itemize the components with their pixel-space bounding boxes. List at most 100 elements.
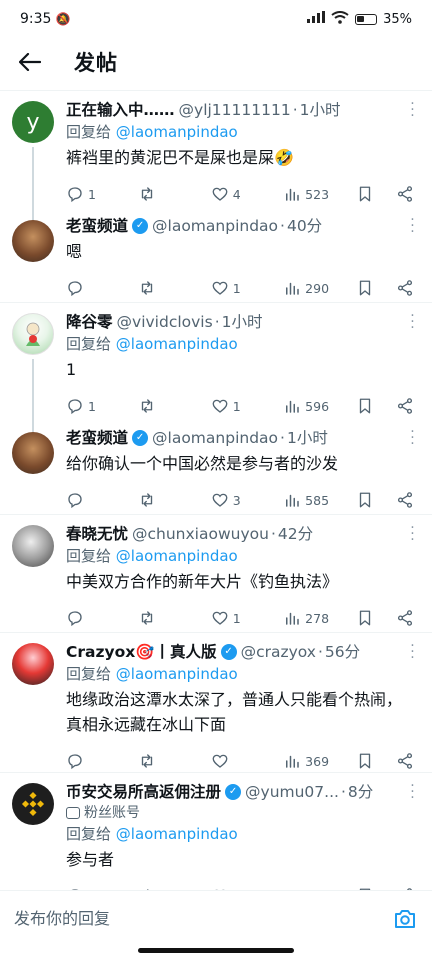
author-name[interactable]: 老蛮频道 (66, 427, 128, 449)
author-handle[interactable]: @vividclovis (117, 311, 213, 333)
share-button[interactable] (396, 609, 416, 627)
avatar[interactable] (12, 432, 54, 474)
reply-post[interactable]: · · · 老蛮频道 ✓ @laomanpindao · 40分 嗯 1 290 (0, 211, 432, 303)
reply-button[interactable]: 1 (66, 397, 118, 415)
more-options-icon[interactable]: · · · (410, 213, 414, 239)
avatar[interactable] (12, 783, 54, 825)
bookmark-icon (359, 398, 370, 414)
repost-button[interactable] (138, 185, 190, 203)
views-icon (286, 755, 299, 768)
more-options-icon[interactable]: · · · (410, 521, 414, 547)
like-count: 1 (232, 610, 241, 626)
bookmark-button[interactable] (356, 609, 376, 627)
reply-icon (68, 187, 82, 203)
reply-button[interactable] (66, 609, 118, 627)
reply-button[interactable] (66, 279, 118, 297)
mention-link[interactable]: @laomanpindao (116, 665, 238, 683)
avatar[interactable] (12, 313, 54, 355)
author-name[interactable]: 春晓无忧 (66, 523, 128, 545)
repost-button[interactable] (138, 752, 190, 770)
mention-link[interactable]: @laomanpindao (116, 123, 238, 141)
share-button[interactable] (396, 397, 416, 415)
bookmark-icon (359, 492, 370, 508)
post-content: 地缘政治这潭水太深了，普通人只能看个热闹， 真相永远藏在冰山下面 (66, 690, 403, 734)
like-button[interactable]: 1 (211, 279, 263, 297)
author-name[interactable]: 降谷零 (66, 311, 113, 333)
like-button[interactable]: 4 (211, 185, 263, 203)
repost-icon (142, 187, 153, 201)
like-button[interactable] (211, 752, 263, 770)
mention-link[interactable]: @laomanpindao (116, 825, 238, 843)
author-name[interactable]: 正在输入中…… (66, 99, 175, 121)
reply-post[interactable]: · · · Crazyox🎯丨真人版 ✓ @crazyox · 56分 回复给 @l… (0, 633, 432, 773)
back-arrow-icon[interactable] (16, 48, 44, 76)
status-time: 9:35 (20, 11, 52, 27)
heart-icon (212, 493, 228, 507)
mention-link[interactable]: @laomanpindao (116, 547, 238, 565)
bookmark-button[interactable] (356, 752, 376, 770)
views-button[interactable]: 369 (283, 752, 335, 770)
views-button[interactable]: 278 (283, 609, 335, 627)
share-button[interactable] (396, 185, 416, 203)
post-content: 给你确认一个中国必然是参与者的沙发 (66, 454, 339, 473)
like-button[interactable]: 1 (211, 609, 263, 627)
more-options-icon[interactable]: · · · (410, 425, 414, 451)
views-icon (286, 612, 299, 625)
reply-post[interactable]: · · · 降谷零 @vividclovis · 1小时 回复给 @laomanpi… (0, 303, 432, 433)
reply-post[interactable]: y · · · 正在输入中…… @ylj11111111 · 1小时 回复给 @la… (0, 91, 432, 221)
reply-post[interactable]: · · · 老蛮频道 ✓ @laomanpindao · 1小时 给你确认一个中国必… (0, 423, 432, 515)
share-button[interactable] (396, 279, 416, 297)
reply-post[interactable]: · · · 币安交易所高返佣注册 ✓ @yumu07... · 8分 粉丝账号 回复… (0, 773, 432, 890)
more-options-icon[interactable]: · · · (410, 97, 414, 123)
status-bar: 9:35 🔕 35% (0, 0, 432, 38)
author-handle[interactable]: @crazyox (241, 641, 316, 663)
reply-input[interactable] (14, 909, 344, 928)
bookmark-button[interactable] (356, 185, 376, 203)
author-handle[interactable]: @yumu07... (245, 781, 339, 803)
like-button[interactable]: 3 (211, 491, 263, 509)
reply-button[interactable]: 1 (66, 185, 118, 203)
mention-link[interactable]: @laomanpindao (116, 335, 238, 353)
share-icon (397, 186, 413, 202)
author-handle[interactable]: @chunxiaowuyou (132, 523, 269, 545)
camera-icon[interactable] (392, 906, 418, 932)
like-count: 3 (232, 492, 241, 508)
author-name[interactable]: Crazyox🎯丨真人版 (66, 641, 217, 663)
repost-button[interactable] (138, 279, 190, 297)
author-handle[interactable]: @laomanpindao (152, 215, 278, 237)
like-button[interactable]: 1 (211, 397, 263, 415)
views-button[interactable]: 290 (283, 279, 335, 297)
reply-button[interactable] (66, 752, 118, 770)
bookmark-button[interactable] (356, 279, 376, 297)
repost-button[interactable] (138, 491, 190, 509)
avatar[interactable]: y (12, 101, 54, 143)
verified-badge-icon: ✓ (132, 218, 149, 234)
bookmark-button[interactable] (356, 397, 376, 415)
more-options-icon[interactable]: · · · (410, 639, 414, 665)
bookmark-icon (359, 280, 370, 296)
author-name[interactable]: 老蛮频道 (66, 215, 128, 237)
more-options-icon[interactable]: · · · (410, 779, 414, 805)
avatar[interactable] (12, 525, 54, 567)
views-button[interactable]: 596 (283, 397, 335, 415)
avatar[interactable] (12, 220, 54, 262)
share-button[interactable] (396, 491, 416, 509)
author-name[interactable]: 币安交易所高返佣注册 (66, 781, 221, 803)
home-indicator[interactable] (138, 948, 294, 953)
views-button[interactable]: 523 (283, 185, 335, 203)
like-count: 1 (232, 280, 241, 296)
share-button[interactable] (396, 752, 416, 770)
heart-icon (212, 281, 228, 295)
author-handle[interactable]: @laomanpindao (152, 427, 278, 449)
reply-button[interactable] (66, 491, 118, 509)
bookmark-button[interactable] (356, 491, 376, 509)
avatar[interactable] (12, 643, 54, 685)
repost-button[interactable] (138, 609, 190, 627)
repost-button[interactable] (138, 397, 190, 415)
author-handle[interactable]: @ylj11111111 (179, 99, 291, 121)
more-options-icon[interactable]: · · · (410, 309, 414, 335)
repost-icon (142, 493, 153, 507)
views-button[interactable]: 585 (283, 491, 335, 509)
reply-to-line: 回复给 @laomanpindao (66, 825, 238, 843)
reply-post[interactable]: · · · 春晓无忧 @chunxiaowuyou · 42分 回复给 @laoma… (0, 515, 432, 633)
